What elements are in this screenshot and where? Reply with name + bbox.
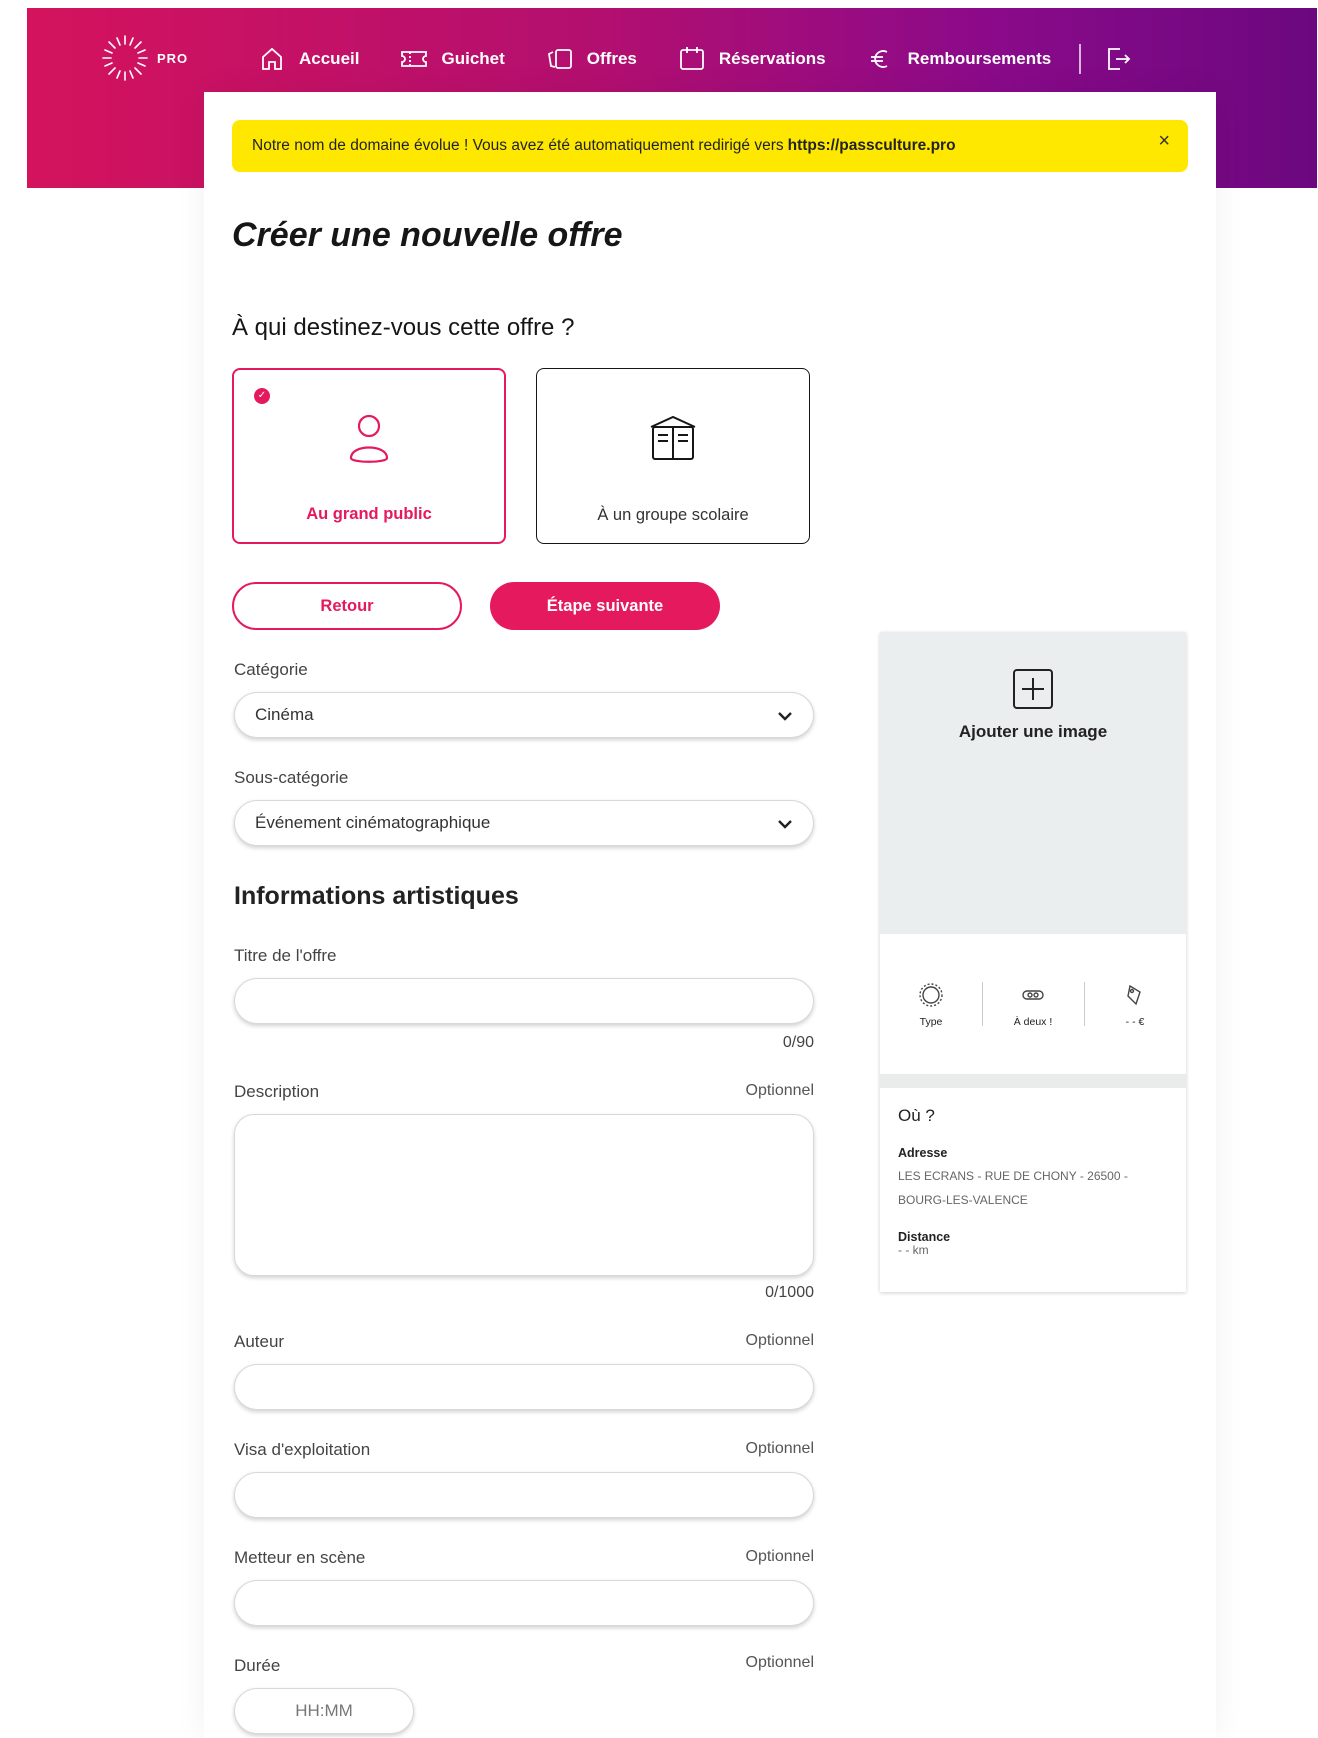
optional-tag: Optionnel — [745, 1654, 815, 1671]
ticket-icon — [401, 51, 428, 67]
optional-tag: Optionnel — [745, 1440, 815, 1457]
check-icon: ✓ — [254, 388, 270, 404]
back-button[interactable]: Retour — [232, 582, 462, 630]
description-counter: 0/1000 — [765, 1284, 814, 1301]
category-label: Catégorie — [234, 660, 308, 679]
duo-icon — [1022, 990, 1044, 1000]
add-image-label: Ajouter une image — [958, 722, 1108, 741]
nav-accueil[interactable]: Accueil — [257, 44, 359, 74]
nav-remboursements[interactable]: Remboursements — [866, 44, 1052, 74]
page-title: Créer une nouvelle offre — [232, 216, 623, 254]
category-value: Cinéma — [255, 705, 314, 724]
description-textarea[interactable] — [234, 1114, 814, 1276]
optional-tag: Optionnel — [745, 1082, 815, 1099]
visa-input[interactable] — [234, 1472, 814, 1518]
title-input[interactable] — [234, 978, 814, 1024]
pass-culture-logo-icon — [102, 35, 148, 81]
calendar-icon — [679, 47, 704, 70]
category-select[interactable]: Cinéma — [234, 692, 814, 738]
close-icon[interactable]: × — [1158, 130, 1170, 153]
author-label: Auteur — [234, 1332, 285, 1351]
logo[interactable]: PRO — [99, 32, 188, 84]
stat-label: À deux ! — [1013, 1016, 1053, 1028]
optional-tag: Optionnel — [745, 1548, 815, 1565]
visa-label: Visa d'exploitation — [234, 1440, 371, 1459]
nav-reservations[interactable]: Réservations — [677, 44, 826, 74]
stat-label: - - € — [1125, 1016, 1145, 1028]
distance-value: - - km — [898, 1243, 929, 1257]
banner-link[interactable]: https://passculture.pro — [788, 137, 956, 155]
nav-separator — [1079, 44, 1082, 74]
audience-option-school[interactable]: À un groupe scolaire — [536, 368, 810, 544]
preview-stats: Type À deux ! - - € — [880, 982, 1186, 1052]
book-icon — [650, 415, 696, 460]
logout-icon[interactable] — [1103, 44, 1133, 74]
home-icon — [262, 47, 282, 70]
stat-label: Type — [919, 1016, 943, 1028]
main-nav: Accueil Guichet Offres Réservations Remb… — [257, 38, 1133, 80]
audience-title: À qui destinez-vous cette offre ? — [232, 314, 575, 341]
subcategory-value: Événement cinématographique — [255, 813, 491, 832]
add-image-area[interactable]: Ajouter une image — [880, 632, 1186, 934]
price-icon — [1127, 984, 1141, 1006]
artistic-info-heading: Informations artistiques — [234, 882, 519, 910]
address-label: Adresse — [898, 1146, 948, 1160]
next-step-button[interactable]: Étape suivante — [490, 582, 720, 630]
domain-change-banner: Notre nom de domaine évolue ! Vous avez … — [232, 120, 1188, 172]
nav-offres[interactable]: Offres — [545, 44, 637, 74]
offer-creation-card: Notre nom de domaine évolue ! Vous avez … — [204, 92, 1216, 1738]
stat-price: - - € — [1084, 982, 1186, 1052]
author-input[interactable] — [234, 1364, 814, 1410]
chevron-down-icon — [778, 712, 792, 721]
offers-icon — [547, 49, 572, 69]
banner-text: Notre nom de domaine évolue ! Vous avez … — [252, 137, 784, 154]
euro-icon — [870, 50, 888, 68]
chevron-down-icon — [778, 820, 792, 829]
director-input[interactable] — [234, 1580, 814, 1626]
description-label: Description — [234, 1082, 320, 1101]
audience-option-public[interactable]: ✓ Au grand public — [232, 368, 506, 544]
nav-label: Réservations — [718, 49, 826, 68]
nav-guichet[interactable]: Guichet — [399, 44, 505, 74]
optional-tag: Optionnel — [745, 1332, 815, 1349]
logo-text: PRO — [157, 50, 189, 66]
nav-label: Accueil — [299, 49, 360, 68]
audience-label: Au grand public — [306, 505, 432, 523]
nav-label: Remboursements — [907, 49, 1052, 68]
user-icon — [349, 414, 389, 463]
nav-label: Guichet — [441, 49, 505, 68]
add-image-icon — [1013, 669, 1053, 709]
stat-type: Type — [880, 982, 982, 1052]
where-title: Où ? — [898, 1106, 935, 1125]
duration-label: Durée — [234, 1656, 281, 1675]
director-label: Metteur en scène — [234, 1548, 366, 1567]
duration-input[interactable]: HH:MM — [234, 1688, 414, 1734]
address-value: LES ECRANS - RUE DE CHONY - 26500 - BOUR… — [898, 1169, 1128, 1207]
type-icon — [919, 983, 943, 1007]
offer-preview: Ajouter une image Type À deux ! - - € Où… — [880, 632, 1186, 1292]
title-label: Titre de l'offre — [234, 946, 337, 965]
preview-divider — [880, 1074, 1186, 1088]
audience-label: À un groupe scolaire — [597, 506, 749, 524]
stat-duo: À deux ! — [982, 982, 1084, 1052]
nav-label: Offres — [586, 49, 637, 68]
subcategory-label: Sous-catégorie — [234, 768, 349, 787]
title-counter: 0/90 — [782, 1034, 814, 1051]
subcategory-select[interactable]: Événement cinématographique — [234, 800, 814, 846]
